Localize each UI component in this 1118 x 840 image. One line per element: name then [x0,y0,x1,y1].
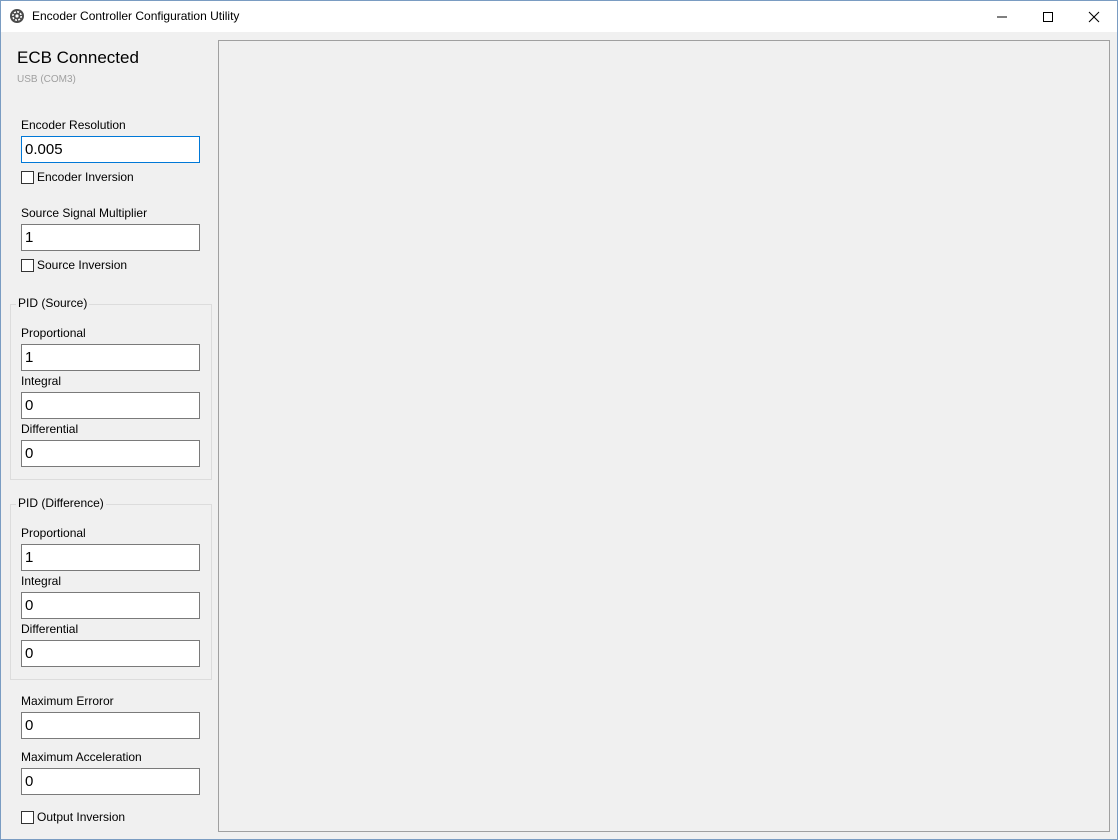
pid-difference-integral-label: Integral [21,574,62,588]
window-title: Encoder Controller Configuration Utility [32,9,240,23]
app-window: Encoder Controller Configuration Utility… [0,0,1118,840]
pid-difference-proportional-label: Proportional [21,526,86,540]
pid-source-title: PID (Source) [16,296,90,310]
source-inversion-box[interactable] [21,259,34,272]
pid-source-differential-label: Differential [21,422,79,436]
output-inversion-label: Output Inversion [37,810,126,824]
encoder-inversion-label: Encoder Inversion [37,170,134,184]
pid-source-differential-input[interactable]: 0 [21,440,200,467]
plot-area[interactable] [218,40,1110,832]
pid-difference-title: PID (Difference) [16,496,106,510]
max-acceleration-input[interactable]: 0 [21,768,200,795]
maximize-button[interactable] [1025,1,1071,32]
source-multiplier-label: Source Signal Multiplier [21,206,148,220]
settings-panel: ECB Connected USB (COM3) Encoder Resolut… [1,32,217,840]
pid-source-proportional-label: Proportional [21,326,86,340]
close-button[interactable] [1071,1,1117,32]
max-error-label: Maximum Erroror [21,694,114,708]
minimize-button[interactable] [979,1,1025,32]
connection-status: ECB Connected [17,48,139,67]
connection-port: USB (COM3) [17,74,76,85]
encoder-inversion-box[interactable] [21,171,34,184]
encoder-resolution-label: Encoder Resolution [21,118,126,132]
max-acceleration-label: Maximum Acceleration [21,750,142,764]
pid-difference-proportional-input[interactable]: 1 [21,544,200,571]
title-bar[interactable]: Encoder Controller Configuration Utility [1,1,1117,32]
close-icon [1088,11,1100,23]
pid-difference-differential-input[interactable]: 0 [21,640,200,667]
encoder-resolution-input[interactable]: 0.005 [21,136,200,163]
source-inversion-label: Source Inversion [37,258,128,272]
gear-icon [9,8,25,24]
pid-source-proportional-input[interactable]: 1 [21,344,200,371]
pid-difference-differential-label: Differential [21,622,79,636]
output-inversion-box[interactable] [21,811,34,824]
pid-source-integral-label: Integral [21,374,62,388]
pid-source-integral-input[interactable]: 0 [21,392,200,419]
pid-difference-integral-input[interactable]: 0 [21,592,200,619]
minimize-icon [997,16,1007,18]
maximize-icon [1043,12,1053,22]
max-error-input[interactable]: 0 [21,712,200,739]
source-multiplier-input[interactable]: 1 [21,224,200,251]
